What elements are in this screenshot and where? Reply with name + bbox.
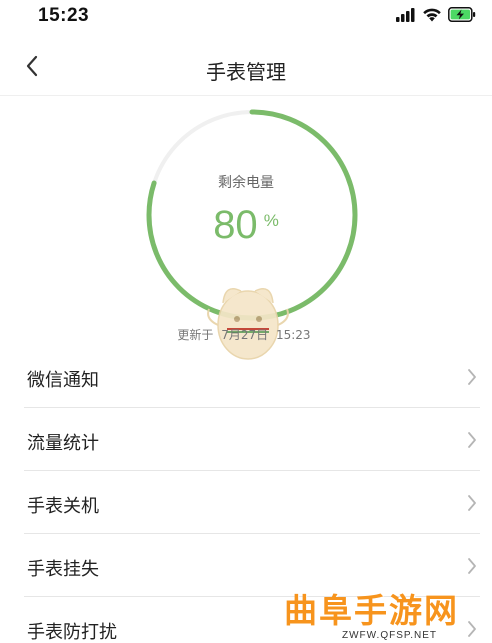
battery-label: 剩余电量	[218, 175, 274, 191]
status-icons	[396, 7, 476, 27]
last-updated: 更新于 7月27日 15:23	[0, 326, 492, 343]
nav-bar: 手表管理	[0, 40, 492, 96]
menu-item-label: 手表关机	[27, 496, 99, 517]
chevron-right-icon	[468, 558, 476, 574]
menu-item-label: 手表防打扰	[27, 622, 117, 643]
status-time: 15:23	[38, 5, 90, 26]
battery-charging-icon	[448, 7, 476, 27]
updated-prefix: 更新于	[177, 328, 214, 342]
watermark-title: 曲阜手游网	[284, 591, 459, 630]
updated-time: 15:23	[275, 328, 311, 342]
menu-item-data-usage[interactable]: 流量统计	[24, 408, 480, 471]
watermark: 曲阜手游网 ZWFW.QFSP.NET	[284, 584, 459, 641]
battery-section: 剩余电量 80% 更新于 7月27日 15:23	[0, 100, 492, 360]
battery-unit: %	[263, 211, 279, 230]
chevron-right-icon	[468, 432, 476, 448]
chevron-right-icon	[468, 621, 476, 637]
page-title: 手表管理	[206, 60, 286, 84]
battery-readout: 80%	[0, 203, 492, 248]
chevron-right-icon	[468, 369, 476, 385]
wifi-icon	[422, 7, 442, 27]
menu-item-power-off[interactable]: 手表关机	[24, 471, 480, 534]
menu-item-label: 手表挂失	[27, 559, 99, 580]
updated-date: 7月27日	[221, 328, 269, 342]
menu-item-label: 流量统计	[27, 433, 99, 454]
chevron-right-icon	[468, 495, 476, 511]
battery-value: 80	[213, 203, 258, 247]
mascot-icon	[203, 275, 293, 368]
menu-item-label: 微信通知	[27, 370, 99, 391]
signal-icon	[396, 7, 416, 27]
status-bar: 15:23	[0, 0, 492, 32]
